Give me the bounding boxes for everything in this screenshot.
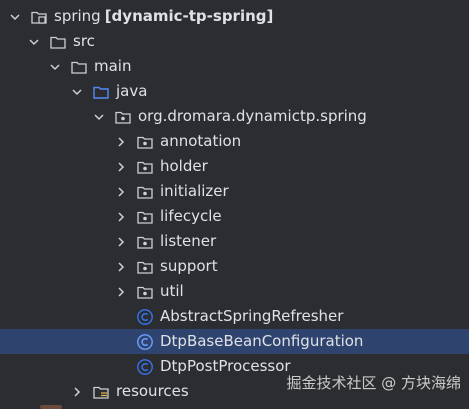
- tree-item-support[interactable]: support: [0, 254, 469, 279]
- tree-item-label: java: [116, 82, 148, 100]
- tree-item-label: support: [160, 257, 218, 275]
- tree-item-holder[interactable]: holder: [0, 154, 469, 179]
- module-folder-icon: [30, 8, 48, 26]
- chevron-down-icon[interactable]: [92, 110, 106, 124]
- tree-item-util[interactable]: util: [0, 279, 469, 304]
- resources-folder-icon: [92, 383, 110, 401]
- package-icon: [136, 283, 154, 301]
- package-icon: [136, 183, 154, 201]
- tree-item-annotation[interactable]: annotation: [0, 129, 469, 154]
- chevron-down-icon[interactable]: [48, 60, 62, 74]
- project-tree: spring[dynamic-tp-spring] src main java: [0, 0, 469, 409]
- chevron-down-icon[interactable]: [70, 85, 84, 99]
- class-icon: [136, 333, 154, 351]
- tree-item-module-spring[interactable]: spring [dynamic-tp-spring]: [0, 4, 469, 29]
- source-root-folder-icon: [92, 83, 110, 101]
- chevron-right-icon[interactable]: [70, 385, 84, 399]
- tree-item-label: util: [160, 282, 184, 300]
- package-icon: [136, 233, 154, 251]
- class-icon: [136, 308, 154, 326]
- tree-item-src[interactable]: src: [0, 29, 469, 54]
- tree-item-label: resources: [116, 382, 189, 400]
- folder-icon: [49, 33, 67, 51]
- tree-item-label: AbstractSpringRefresher: [160, 307, 344, 325]
- watermark: 掘金技术社区 @ 方块海绵: [286, 374, 461, 392]
- folder-icon: [70, 58, 88, 76]
- package-icon: [136, 208, 154, 226]
- package-icon: [136, 258, 154, 276]
- package-icon: [136, 158, 154, 176]
- tree-item-class-abstractspringrefresher[interactable]: AbstractSpringRefresher: [0, 304, 469, 329]
- tree-item-label: DtpPostProcessor: [160, 357, 291, 375]
- tree-item-label: lifecycle: [160, 207, 222, 225]
- tree-item-label: org.dromara.dynamictp.spring: [138, 107, 367, 125]
- tree-item-class-dtpbasebeanconfiguration[interactable]: DtpBaseBeanConfiguration: [0, 329, 469, 354]
- horizontal-scroll-indicator[interactable]: [40, 405, 62, 409]
- chevron-down-icon[interactable]: [27, 35, 41, 49]
- package-icon: [114, 108, 132, 126]
- chevron-right-icon[interactable]: [114, 235, 128, 249]
- tree-item-label: listener: [160, 232, 217, 250]
- tree-item-listener[interactable]: listener: [0, 229, 469, 254]
- chevron-right-icon[interactable]: [114, 185, 128, 199]
- tree-item-label: annotation: [160, 132, 242, 150]
- class-icon: [136, 358, 154, 376]
- chevron-right-icon[interactable]: [114, 210, 128, 224]
- package-icon: [136, 133, 154, 151]
- tree-item-label: src: [73, 32, 95, 50]
- chevron-down-icon[interactable]: [8, 10, 22, 24]
- module-name-suffix: [dynamic-tp-spring]: [104, 7, 274, 25]
- tree-item-java[interactable]: java: [0, 79, 469, 104]
- tree-item-main[interactable]: main: [0, 54, 469, 79]
- tree-item-lifecycle[interactable]: lifecycle: [0, 204, 469, 229]
- chevron-right-icon[interactable]: [114, 135, 128, 149]
- tree-item-label: main: [94, 57, 132, 75]
- chevron-right-icon[interactable]: [114, 260, 128, 274]
- tree-item-package-root[interactable]: org.dromara.dynamictp.spring: [0, 104, 469, 129]
- chevron-right-icon[interactable]: [114, 160, 128, 174]
- tree-item-label: DtpBaseBeanConfiguration: [160, 332, 364, 350]
- tree-item-label: initializer: [160, 182, 229, 200]
- tree-item-initializer[interactable]: initializer: [0, 179, 469, 204]
- chevron-right-icon[interactable]: [114, 285, 128, 299]
- tree-item-label: spring [dynamic-tp-spring]: [54, 7, 274, 25]
- tree-item-label: holder: [160, 157, 208, 175]
